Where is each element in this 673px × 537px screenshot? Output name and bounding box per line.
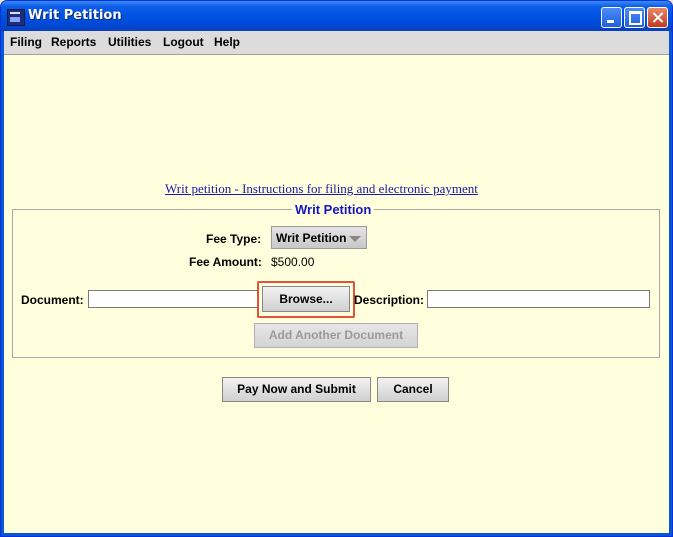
instructions-link[interactable]: Writ petition - Instructions for filing …	[165, 181, 478, 197]
app-icon	[7, 9, 25, 26]
maximize-icon[interactable]	[624, 7, 645, 28]
minimize-icon[interactable]	[601, 7, 622, 28]
window-title: Writ Petition	[28, 8, 122, 23]
fee-type-value: Writ Petition	[276, 231, 347, 245]
menu-filing[interactable]: Filing	[10, 35, 42, 49]
menu-utilities[interactable]: Utilities	[108, 35, 151, 49]
close-icon[interactable]	[647, 7, 668, 28]
fee-type-select[interactable]: Writ Petition	[271, 226, 367, 249]
cancel-button[interactable]: Cancel	[377, 377, 449, 402]
panel-legend: Writ Petition	[292, 202, 375, 217]
description-field[interactable]	[427, 290, 650, 308]
app-window: Writ Petition Filing Reports Utilities L…	[0, 0, 673, 537]
fee-amount-label: Fee Amount:	[189, 255, 262, 269]
browse-button[interactable]: Browse...	[262, 286, 350, 312]
menu-logout[interactable]: Logout	[163, 35, 204, 49]
add-another-document-button[interactable]: Add Another Document	[254, 323, 418, 348]
chevron-down-icon	[349, 236, 361, 242]
menu-help[interactable]: Help	[214, 35, 240, 49]
fee-amount-value: $500.00	[271, 255, 315, 269]
fee-type-label: Fee Type:	[206, 232, 262, 246]
document-field[interactable]	[88, 290, 259, 308]
menu-bar: Filing Reports Utilities Logout Help	[4, 31, 669, 55]
menu-reports[interactable]: Reports	[51, 35, 96, 49]
client-area: Filing Reports Utilities Logout Help Wri…	[4, 31, 669, 533]
document-label: Document:	[21, 293, 84, 307]
pay-now-submit-button[interactable]: Pay Now and Submit	[222, 377, 371, 402]
description-label: Description:	[354, 293, 425, 307]
title-bar[interactable]: Writ Petition	[1, 1, 672, 31]
